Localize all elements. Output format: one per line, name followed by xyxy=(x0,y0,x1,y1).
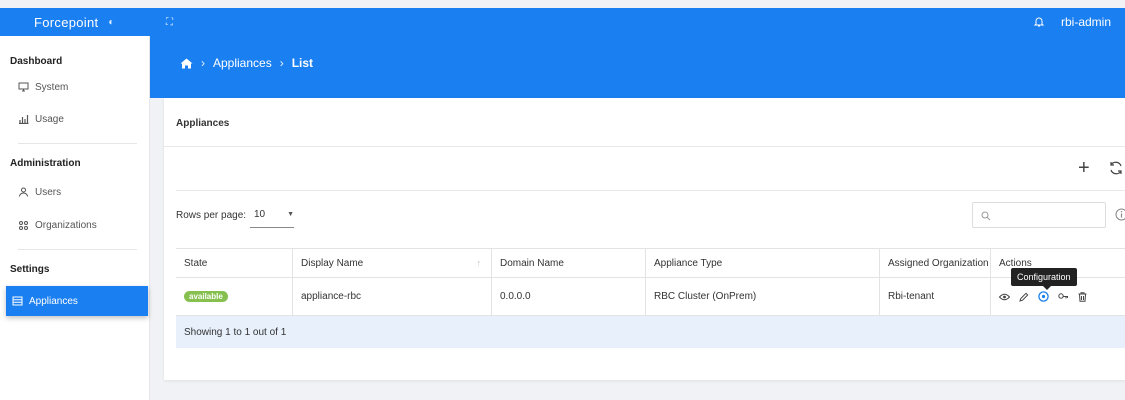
breadcrumb-separator: › xyxy=(201,56,205,70)
info-icon[interactable] xyxy=(1115,208,1125,221)
appliances-card: Appliances + Rows per page: 10 ▼ State D… xyxy=(164,98,1125,380)
cell-display-name: appliance-rbc xyxy=(292,278,491,315)
sidebar-item-users[interactable]: Users xyxy=(0,181,149,203)
delete-icon[interactable] xyxy=(1078,291,1087,302)
sidebar-item-label: System xyxy=(35,81,69,93)
page-header: › Appliances › List xyxy=(150,36,1125,98)
rows-per-page-value: 10 xyxy=(254,209,266,220)
brand-logo[interactable]: Forcepoint xyxy=(34,15,98,30)
rows-per-page-select[interactable]: 10 ▼ xyxy=(250,202,294,228)
appliances-table: State Display Name ↑ Domain Name Applian… xyxy=(176,248,1125,348)
bar-chart-icon xyxy=(19,115,29,124)
sidebar-item-organizations[interactable]: Organizations xyxy=(0,214,149,236)
breadcrumb-appliances[interactable]: Appliances xyxy=(213,56,272,70)
sidebar-item-system[interactable]: System xyxy=(0,76,149,98)
card-title: Appliances xyxy=(176,118,230,129)
view-icon[interactable] xyxy=(999,293,1010,301)
sidebar: Dashboard System Usage Administration Us… xyxy=(0,36,150,400)
monitor-icon xyxy=(18,82,29,92)
column-header-appliance-type[interactable]: Appliance Type xyxy=(645,249,879,277)
table-header: State Display Name ↑ Domain Name Applian… xyxy=(176,248,1125,278)
sidebar-heading-administration: Administration xyxy=(10,158,81,169)
status-badge: available xyxy=(184,291,228,302)
organizations-icon xyxy=(19,221,28,230)
column-header-domain-name[interactable]: Domain Name xyxy=(491,249,645,277)
appliances-icon xyxy=(12,296,23,306)
sidebar-heading-settings: Settings xyxy=(10,264,50,275)
breadcrumb: › Appliances › List xyxy=(180,56,313,70)
add-button[interactable]: + xyxy=(1078,158,1090,178)
home-icon[interactable] xyxy=(180,58,193,69)
sidebar-item-appliances[interactable]: Appliances xyxy=(6,286,148,316)
column-header-label: Display Name xyxy=(301,257,364,269)
sidebar-heading-dashboard: Dashboard xyxy=(10,56,63,67)
breadcrumb-separator: › xyxy=(279,56,284,70)
column-header-display-name[interactable]: Display Name ↑ xyxy=(292,249,491,277)
search-icon xyxy=(981,211,991,221)
configuration-tooltip: Configuration xyxy=(1011,268,1077,290)
configuration-icon[interactable] xyxy=(1038,291,1049,302)
sidebar-toggle-icon[interactable]: ◐ xyxy=(108,17,114,28)
rows-per-page-label: Rows per page: xyxy=(176,210,247,221)
chevron-down-icon: ▼ xyxy=(287,211,294,218)
sort-arrow-icon[interactable]: ↑ xyxy=(477,258,482,268)
table-footer: Showing 1 to 1 out of 1 xyxy=(176,316,1125,348)
column-header-assigned-organization[interactable]: Assigned Organization xyxy=(879,249,990,277)
sidebar-item-usage[interactable]: Usage xyxy=(0,108,149,130)
edit-icon[interactable] xyxy=(1019,292,1029,302)
refresh-icon[interactable] xyxy=(1108,160,1124,176)
divider xyxy=(164,146,1125,147)
key-icon[interactable] xyxy=(1058,292,1069,302)
sidebar-item-label: Appliances xyxy=(29,295,78,307)
bell-icon[interactable] xyxy=(1033,16,1045,28)
user-menu[interactable]: rbi-admin xyxy=(1061,15,1111,29)
cell-assigned-organization: Rbi-tenant xyxy=(879,278,990,315)
sidebar-item-label: Users xyxy=(35,186,62,198)
divider xyxy=(176,190,1125,191)
breadcrumb-current: List xyxy=(291,56,314,70)
sidebar-item-label: Usage xyxy=(35,113,64,125)
fullscreen-icon[interactable]: ⛶ xyxy=(166,17,173,28)
cell-appliance-type: RBC Cluster (OnPrem) xyxy=(645,278,879,315)
top-bar: Forcepoint ◐ ⛶ rbi-admin xyxy=(0,8,1125,36)
table-row: available appliance-rbc 0.0.0.0 RBC Clus… xyxy=(176,278,1125,316)
search-input[interactable] xyxy=(972,202,1106,228)
brand: Forcepoint ◐ xyxy=(0,15,160,30)
cell-domain-name: 0.0.0.0 xyxy=(491,278,645,315)
sidebar-item-label: Organizations xyxy=(35,219,97,231)
cell-state: available xyxy=(176,278,292,315)
user-icon xyxy=(19,187,28,197)
column-header-state[interactable]: State xyxy=(176,249,292,277)
